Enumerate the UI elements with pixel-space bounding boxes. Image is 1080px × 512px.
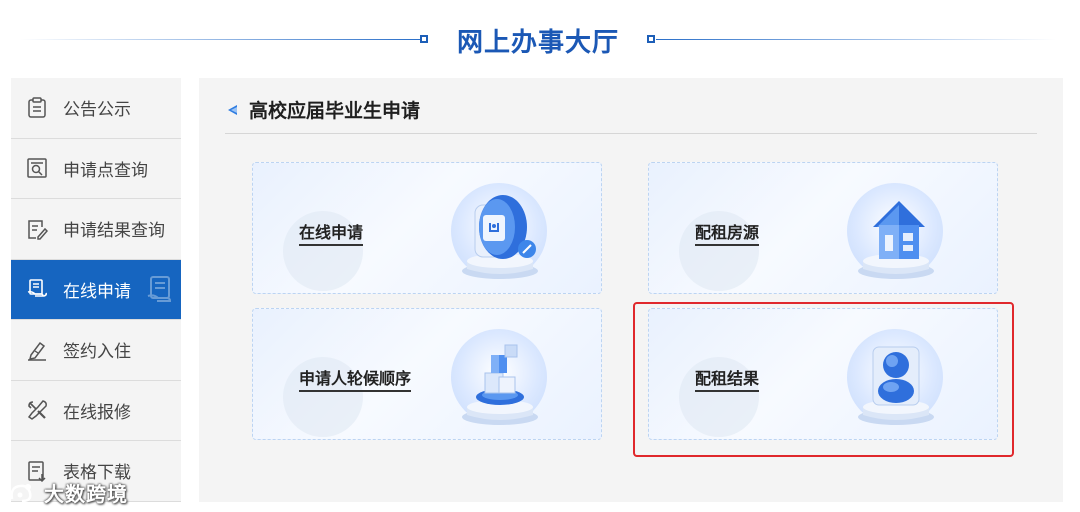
page-header: 网上办事大厅	[0, 0, 1080, 78]
watermark: 大数跨境	[8, 478, 128, 507]
watermark-text: 大数跨境	[44, 482, 128, 506]
sidebar-item-label: 申请点查询	[63, 160, 148, 181]
sidebar-item-label: 签约入住	[63, 342, 131, 363]
sidebar-item-label: 在线报修	[63, 402, 131, 423]
card-label: 在线申请	[299, 219, 364, 246]
section-title: 高校应届毕业生申请	[249, 100, 421, 122]
card-housing-supply[interactable]: 配租房源	[648, 162, 998, 294]
page-title: 网上办事大厅	[456, 28, 619, 58]
card-label: 配租房源	[695, 219, 760, 246]
selection-highlight	[633, 302, 1014, 457]
card-online-application[interactable]: 在线申请	[252, 162, 602, 294]
sidebar-item-label: 公告公示	[63, 100, 131, 121]
sidebar-item-label: 申请结果查询	[63, 221, 165, 242]
section-header: 高校应届毕业生申请	[225, 96, 420, 123]
repair-tools-icon	[26, 399, 48, 421]
card-label: 申请人轮候顺序	[299, 365, 412, 392]
sidebar-item-notice[interactable]: 公告公示	[11, 78, 181, 139]
page: 网上办事大厅 公告公示 申请点查询 申请结果查询 在线申请 签约入住 在线报修 …	[0, 0, 1080, 512]
online-application-icon	[462, 195, 538, 279]
card-applicant-queue[interactable]: 申请人轮候顺序	[252, 308, 602, 440]
section-arrow-icon	[228, 104, 237, 115]
signature-pen-icon	[26, 339, 48, 361]
section-divider	[225, 133, 1037, 134]
search-document-icon	[26, 157, 48, 179]
queue-blocks-icon	[462, 344, 538, 425]
header-square-right	[647, 35, 655, 43]
sidebar-item-repair[interactable]: 在线报修	[11, 381, 181, 441]
sidebar-item-result-query[interactable]: 申请结果查询	[11, 199, 181, 260]
sidebar-item-point-query[interactable]: 申请点查询	[11, 139, 181, 199]
sidebar-item-sign-checkin[interactable]: 签约入住	[11, 320, 181, 381]
house-icon	[858, 201, 934, 279]
header-divider-right	[656, 39, 1056, 40]
sidebar-item-online-apply[interactable]: 在线申请	[11, 259, 181, 320]
hand-document-ghost-icon	[147, 275, 172, 302]
hand-document-icon	[26, 278, 48, 300]
sidebar-nav: 公告公示 申请点查询 申请结果查询 在线申请 签约入住 在线报修 表格下载	[11, 78, 181, 502]
edit-document-icon	[26, 218, 48, 240]
sidebar-item-label: 在线申请	[63, 281, 131, 302]
header-square-left	[420, 35, 428, 43]
notice-clipboard-icon	[26, 97, 48, 119]
watermark-logo-icon	[10, 483, 32, 502]
header-divider-left	[20, 39, 420, 40]
